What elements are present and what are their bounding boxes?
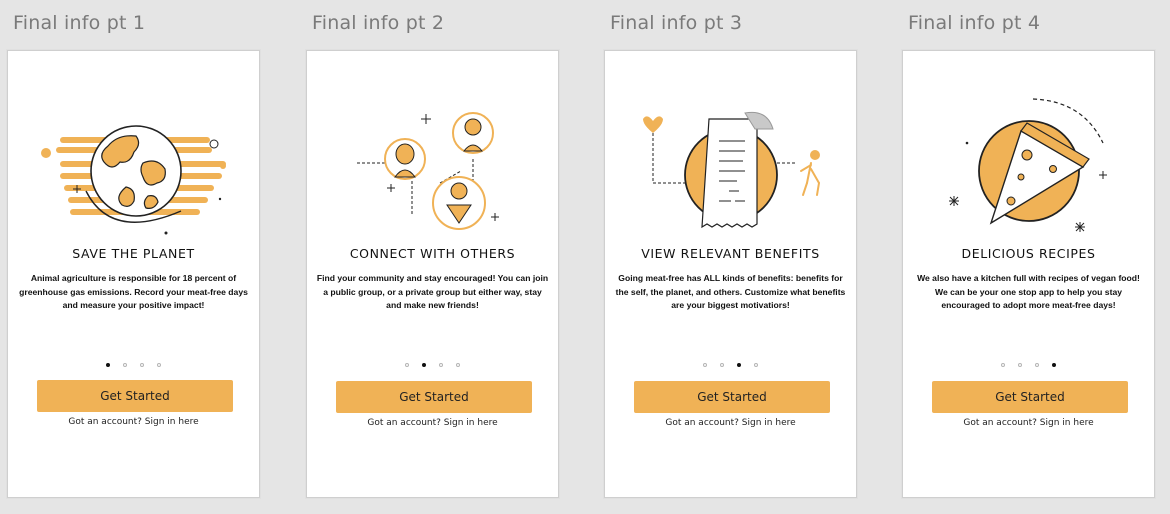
earth-icon: [8, 91, 261, 251]
screen-description: Going meat-free has ALL kinds of benefit…: [615, 273, 846, 310]
artboard-label: Final info pt 1: [13, 12, 146, 34]
page-dot[interactable]: [754, 363, 758, 367]
page-dot[interactable]: [703, 363, 707, 367]
page-dot[interactable]: [737, 363, 741, 367]
page-dot[interactable]: [106, 363, 110, 367]
people-network-icon: [307, 91, 560, 251]
get-started-button[interactable]: Get Started: [932, 381, 1128, 413]
page-indicator: [605, 363, 856, 367]
screen-description: Find your community and stay encouraged!…: [316, 273, 549, 310]
onboarding-screen-2: CONNECT WITH OTHERS Find your community …: [306, 50, 559, 498]
onboarding-screen-4: DELICIOUS RECIPES We also have a kitchen…: [902, 50, 1155, 498]
page-dot[interactable]: [157, 363, 161, 367]
page-indicator: [307, 363, 558, 367]
page-dot[interactable]: [123, 363, 127, 367]
page-dot[interactable]: [439, 363, 443, 367]
page-indicator: [8, 363, 259, 367]
get-started-button[interactable]: Get Started: [634, 381, 830, 413]
page-dot[interactable]: [1052, 363, 1056, 367]
page-dot[interactable]: [720, 363, 724, 367]
artboard-label: Final info pt 2: [312, 12, 445, 34]
receipt-benefits-icon: [605, 91, 858, 251]
artboard-label: Final info pt 4: [908, 12, 1041, 34]
page-indicator: [903, 363, 1154, 367]
sign-in-link[interactable]: Got an account? Sign in here: [605, 418, 856, 428]
artboard-label: Final info pt 3: [610, 12, 743, 34]
screen-title: CONNECT WITH OTHERS: [349, 246, 516, 261]
screen-title: SAVE THE PLANET: [72, 246, 195, 261]
screen-title: DELICIOUS RECIPES: [961, 246, 1096, 261]
page-dot[interactable]: [1001, 363, 1005, 367]
page-dot[interactable]: [1018, 363, 1022, 367]
get-started-button[interactable]: Get Started: [336, 381, 532, 413]
onboarding-screen-1: SAVE THE PLANET Animal agriculture is re…: [7, 50, 260, 498]
sign-in-link[interactable]: Got an account? Sign in here: [8, 417, 259, 427]
sign-in-link[interactable]: Got an account? Sign in here: [307, 418, 558, 428]
get-started-button[interactable]: Get Started: [37, 380, 233, 412]
sign-in-link[interactable]: Got an account? Sign in here: [903, 418, 1154, 428]
screen-description: Animal agriculture is responsible for 18…: [19, 273, 248, 310]
page-dot[interactable]: [456, 363, 460, 367]
pizza-slice-icon: [903, 91, 1156, 251]
screen-description: We also have a kitchen full with recipes…: [917, 273, 1140, 310]
page-dot[interactable]: [422, 363, 426, 367]
page-dot[interactable]: [1035, 363, 1039, 367]
page-dot[interactable]: [140, 363, 144, 367]
screen-title: VIEW RELEVANT BENEFITS: [641, 246, 820, 261]
page-dot[interactable]: [405, 363, 409, 367]
onboarding-screen-3: VIEW RELEVANT BENEFITS Going meat-free h…: [604, 50, 857, 498]
